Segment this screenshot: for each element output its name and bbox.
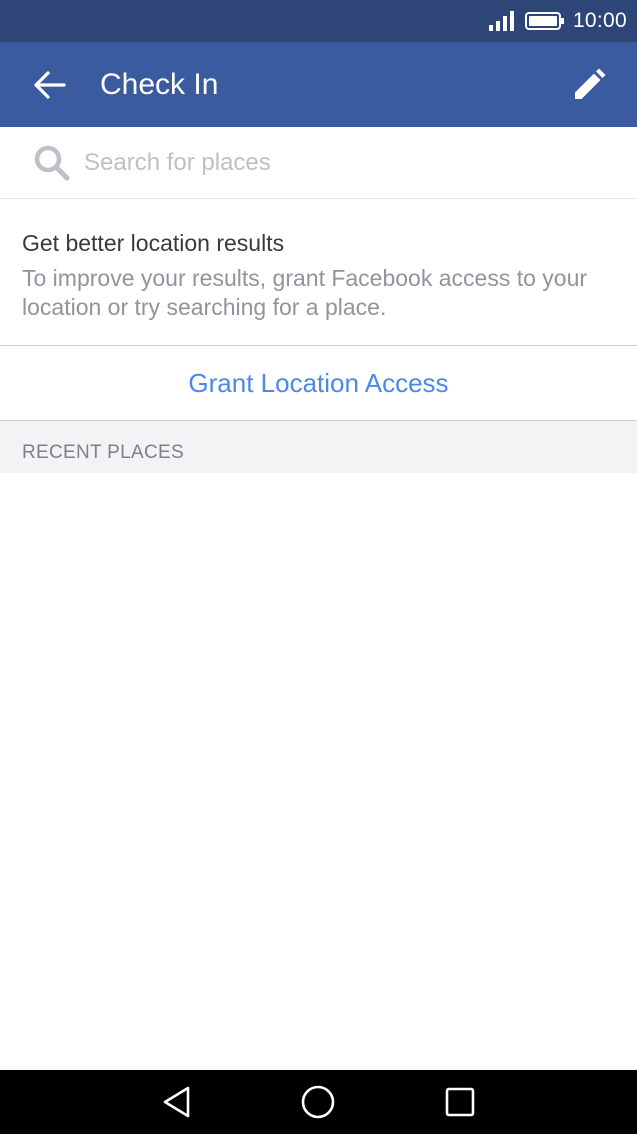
arrow-left-icon (34, 71, 66, 99)
edit-button[interactable] (559, 62, 619, 108)
nav-back-icon (163, 1086, 190, 1118)
location-prompt-card: Get better location results To improve y… (0, 199, 637, 346)
pencil-icon (575, 68, 606, 99)
grant-location-access-button[interactable]: Grant Location Access (0, 346, 637, 420)
nav-back-button[interactable] (155, 1082, 199, 1122)
battery-icon (524, 12, 564, 30)
recent-places-label: RECENT PLACES (22, 442, 184, 463)
recent-places-header: RECENT PLACES (0, 421, 637, 473)
recent-places-list (0, 473, 637, 1070)
location-prompt-body: To improve your results, grant Facebook … (22, 265, 588, 320)
app-bar: Check In (0, 42, 637, 127)
nav-home-icon (301, 1085, 335, 1119)
nav-home-button[interactable] (296, 1082, 340, 1122)
search-bar (0, 127, 637, 199)
nav-recents-button[interactable] (438, 1082, 482, 1122)
status-time: 10:00 (572, 9, 627, 32)
nav-recents-icon (445, 1087, 475, 1117)
status-icons: 10:00 (487, 0, 627, 42)
navigation-bar (0, 1070, 637, 1134)
back-button[interactable] (22, 62, 78, 108)
signal-icon (488, 11, 514, 31)
page-title: Check In (100, 68, 219, 101)
grant-access-row: Grant Location Access (0, 346, 637, 421)
location-prompt-title: Get better location results (22, 230, 285, 256)
search-icon (34, 145, 70, 181)
search-input[interactable] (84, 141, 604, 185)
status-bar: 10:00 (0, 0, 637, 42)
